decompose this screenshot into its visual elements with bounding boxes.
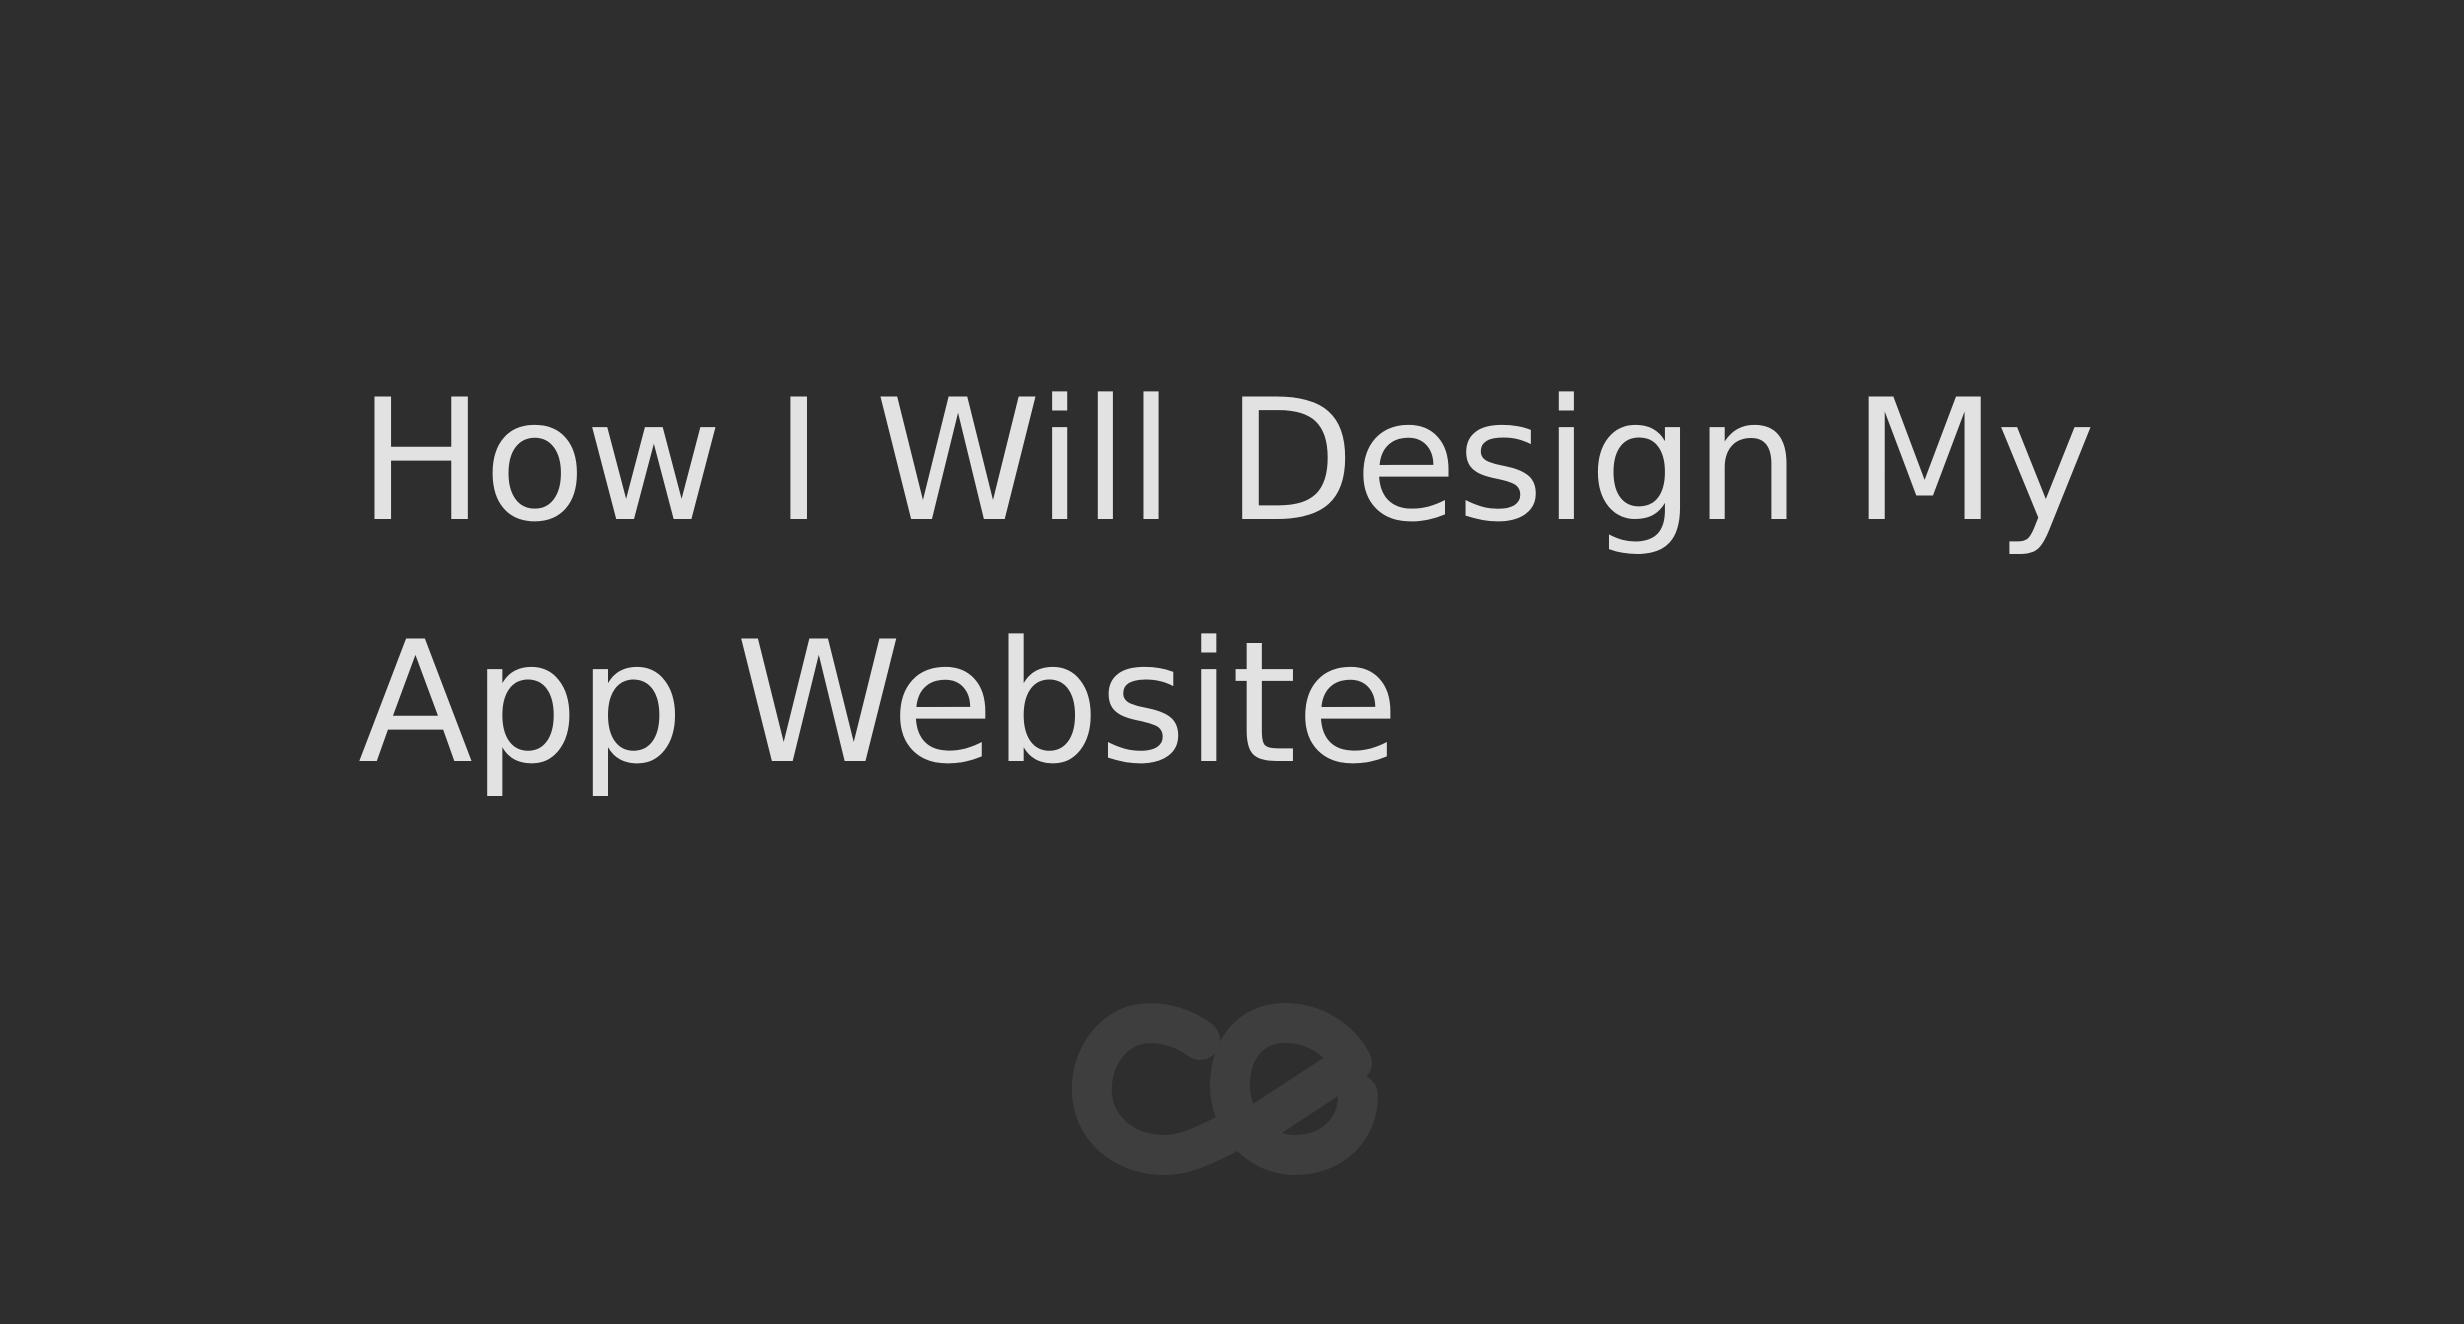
logo-c-stroke [1071,1003,1245,1175]
title-line-1: How I Will Design My [358,363,2096,559]
page-title: How I Will Design My App Website [358,340,2258,824]
ce-logo-graphic [1071,1003,1378,1175]
title-line-2: App Website [358,605,1399,801]
ce-logo-icon [1070,995,1395,1190]
logo-e-stroke [1210,1003,1378,1175]
